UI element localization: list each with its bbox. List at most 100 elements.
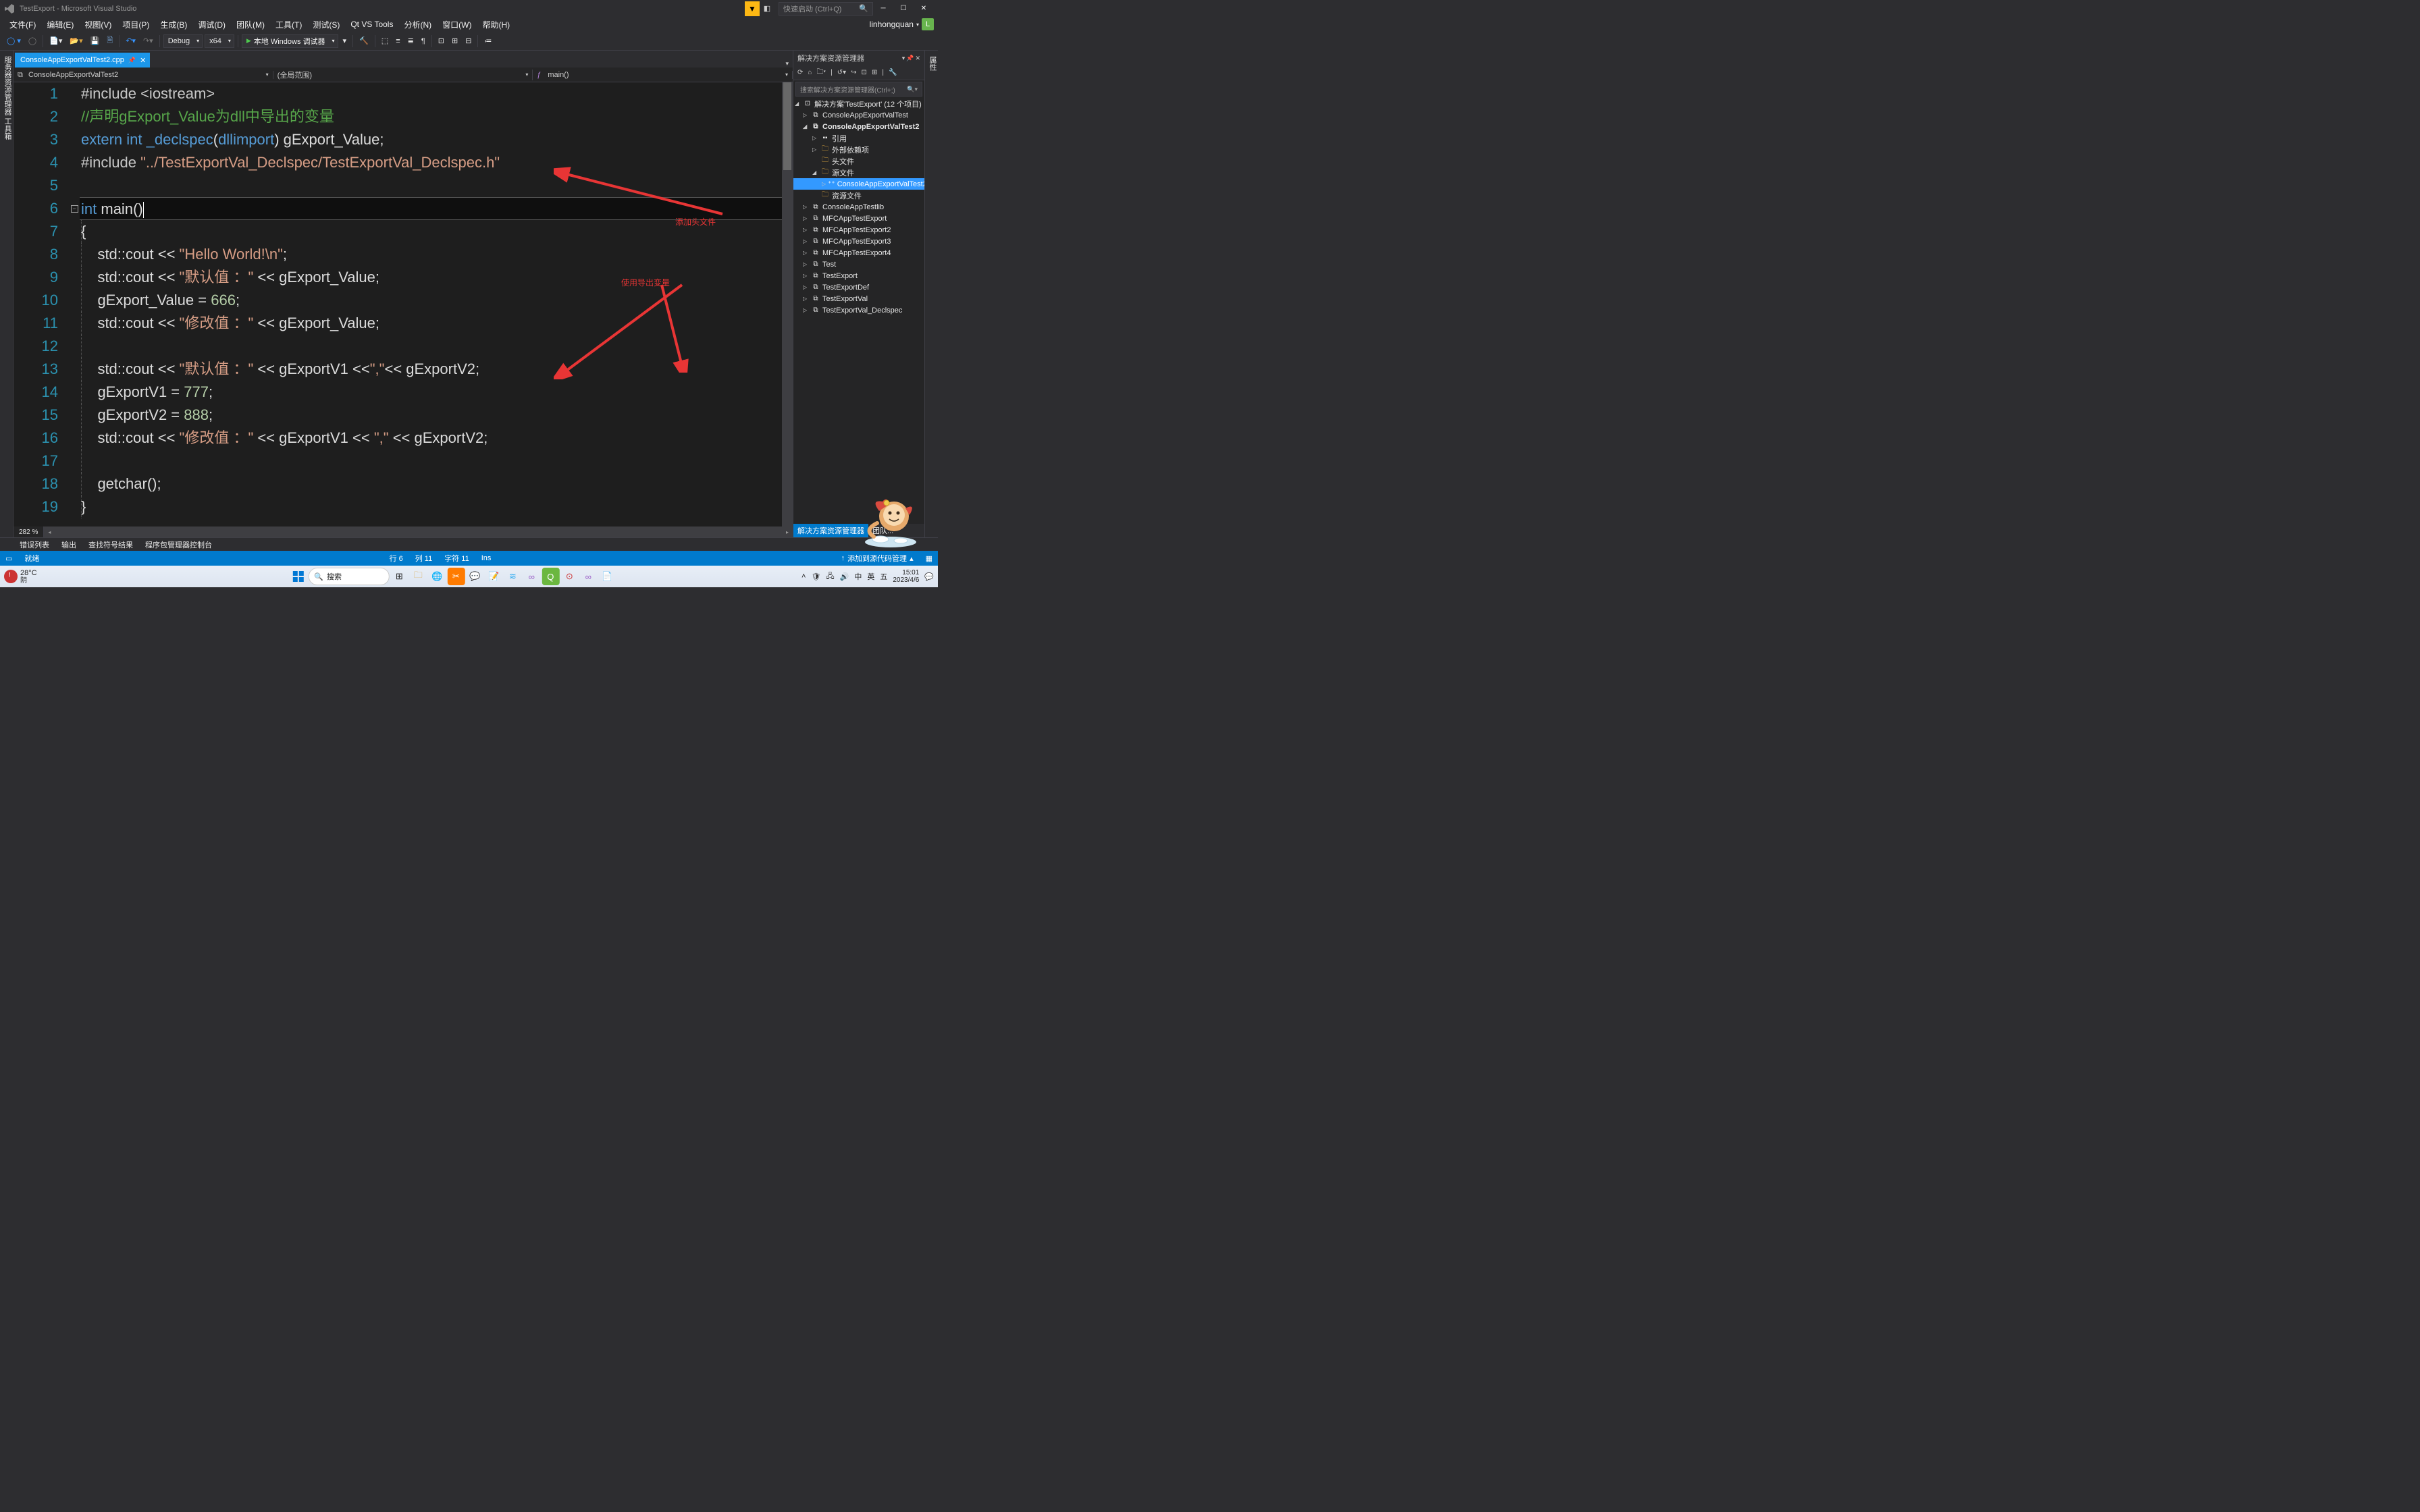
menu-file[interactable]: 文件(F) (4, 18, 41, 32)
tab-find-symbol[interactable]: 查找符号结果 (82, 538, 139, 551)
menu-test[interactable]: 测试(S) (307, 18, 345, 32)
vertical-scrollbar[interactable]: ▭ (782, 82, 793, 526)
save-button[interactable]: 💾 (88, 34, 103, 49)
maximize-button[interactable]: ☐ (893, 0, 914, 17)
feedback-icon[interactable]: ◧ (760, 1, 774, 16)
app-assist[interactable]: ⊙ (560, 568, 578, 585)
task-view-icon[interactable]: ⊞ (390, 568, 408, 585)
config-combo[interactable]: Debug (163, 34, 203, 48)
tb-icon-4[interactable]: ≣ (405, 34, 417, 49)
right-tool-strip[interactable]: 属性 (924, 51, 938, 537)
tb-icon-2[interactable]: ⬚ (379, 34, 391, 49)
taskbar-weather[interactable]: 28°C 阴 (4, 569, 37, 585)
tb-icon-7[interactable]: ⊞ (449, 34, 461, 49)
horizontal-scrollbar[interactable]: 282 % ◂ ▸ (14, 526, 793, 537)
tab-close-icon[interactable]: ✕ (140, 56, 146, 65)
app-vs[interactable]: ∞ (523, 568, 540, 585)
active-document-tab[interactable]: ConsoleAppExportValTest2.cpp 📌 ✕ (15, 53, 150, 68)
tray-safe-icon[interactable]: 🛡 (811, 572, 820, 581)
tb-icon-6[interactable]: ⊡ (436, 34, 447, 49)
fold-toggle-icon[interactable]: − (71, 205, 78, 213)
panel-tab-team[interactable]: 团队... (868, 524, 897, 537)
tray-ime-3[interactable]: 五 (880, 571, 887, 582)
app-browser[interactable]: 🌐 (428, 568, 446, 585)
tray-notification-icon[interactable]: 💬 (924, 572, 934, 581)
sol-tb-icon[interactable]: ↺▾ (836, 69, 847, 76)
scroll-right-icon[interactable]: ▸ (782, 526, 793, 537)
nav-fwd-button[interactable]: ◯ (26, 34, 39, 49)
tray-ime-1[interactable]: 中 (854, 571, 862, 582)
nav-project-combo[interactable]: ⧉ ConsoleAppExportValTest2 (14, 71, 273, 79)
menu-qt[interactable]: Qt VS Tools (345, 18, 398, 30)
tray-clock[interactable]: 15:01 2023/4/6 (893, 569, 919, 584)
sol-tb-icon[interactable]: ↪ (849, 69, 858, 76)
tray-sound-icon[interactable]: 🔊 (840, 572, 849, 581)
user-name[interactable]: linhongquan (870, 20, 914, 29)
notification-flag-icon[interactable]: ▼ (745, 1, 760, 16)
doc-tab-menu[interactable]: ▾ (781, 60, 793, 68)
tb-icon-5[interactable]: ¶ (419, 34, 428, 49)
open-button[interactable]: 📂▾ (67, 34, 85, 49)
panel-tab-solution[interactable]: 解决方案资源管理器 (793, 524, 868, 537)
start-debug-button[interactable]: 本地 Windows 调试器 (242, 34, 338, 48)
pin-icon[interactable]: 📌 (128, 57, 136, 64)
app-explorer[interactable]: 🗀 (409, 568, 427, 585)
solution-search-input[interactable]: 搜索解决方案资源管理器(Ctrl+;) 🔍▾ (795, 82, 922, 97)
tray-network-icon[interactable]: 🖧 (826, 570, 834, 583)
debug-target-dropdown[interactable]: ▾ (340, 34, 350, 49)
menu-analyze[interactable]: 分析(N) (398, 18, 437, 32)
redo-button[interactable]: ↷▾ (140, 34, 156, 49)
menu-edit[interactable]: 编辑(E) (41, 18, 79, 32)
system-tray[interactable]: ˄ 🛡 🖧 🔊 中 英 五 15:01 2023/4/6 💬 (801, 569, 934, 584)
user-avatar[interactable]: L (922, 18, 934, 30)
app-notes[interactable]: 📝 (485, 568, 502, 585)
minimize-button[interactable]: ─ (873, 0, 893, 17)
sol-tb-icon[interactable]: ⌂ (806, 69, 813, 76)
close-button[interactable]: ✕ (914, 0, 934, 17)
undo-button[interactable]: ↶▾ (123, 34, 138, 49)
zoom-level[interactable]: 282 % (14, 526, 44, 537)
user-dropdown-icon[interactable]: ▾ (916, 22, 919, 28)
taskbar-search[interactable]: 🔍 搜索 (308, 568, 389, 585)
sol-tb-icon[interactable]: 🔧 (887, 69, 898, 76)
save-all-button[interactable]: 🗎 (104, 34, 115, 49)
tb-icon-3[interactable]: ≡ (393, 34, 402, 49)
tray-ime-2[interactable]: 英 (867, 571, 874, 582)
menu-window[interactable]: 窗口(W) (437, 18, 477, 32)
tray-chevron-icon[interactable]: ˄ (801, 572, 806, 580)
code-text[interactable]: #include <iostream> //声明gExport_Value为dl… (81, 82, 793, 526)
tb-icon-8[interactable]: ⊟ (463, 34, 474, 49)
app-screenshot[interactable]: ✂ (447, 568, 465, 585)
menu-build[interactable]: 生成(B) (155, 18, 192, 32)
menu-team[interactable]: 团队(M) (231, 18, 270, 32)
search-dropdown-icon[interactable]: 🔍▾ (907, 86, 918, 93)
fold-column[interactable]: − (68, 82, 81, 526)
panel-dropdown-icon[interactable]: ▾ (902, 55, 905, 62)
code-editor[interactable]: 12345678910111213141516171819 − #include… (14, 82, 793, 526)
scroll-left-icon[interactable]: ◂ (44, 526, 55, 537)
platform-combo[interactable]: x64 (205, 34, 234, 48)
menu-debug[interactable]: 调试(D) (192, 18, 231, 32)
sol-tb-icon[interactable]: ⊞ (870, 69, 878, 76)
quick-launch-input[interactable]: 快速启动 (Ctrl+Q) 🔍 (779, 2, 873, 16)
sol-tb-home-icon[interactable]: ⟳ (796, 69, 804, 76)
nav-function-combo[interactable]: ƒ main() (533, 71, 793, 79)
app-chat[interactable]: 💬 (466, 568, 483, 585)
sol-tb-icon[interactable]: ⊡ (860, 69, 868, 76)
app-notepad[interactable]: 📄 (598, 568, 616, 585)
left-tool-strip[interactable]: 服务器资源管理器 工具箱 (0, 51, 14, 537)
app-vscode[interactable]: ≋ (504, 568, 521, 585)
nav-back-button[interactable]: ◯ ▾ (4, 34, 24, 49)
new-project-button[interactable]: 📄▾ (47, 34, 65, 49)
menu-project[interactable]: 项目(P) (117, 18, 155, 32)
panel-close-icon[interactable]: ✕ (915, 55, 920, 62)
tb-icon-1[interactable]: 🔨 (357, 34, 371, 49)
tab-output[interactable]: 输出 (55, 538, 82, 551)
tb-icon-9[interactable]: ≔ (481, 34, 494, 49)
scroll-thumb[interactable] (783, 82, 791, 170)
panel-pin-icon[interactable]: 📌 (906, 55, 914, 62)
nav-scope-combo[interactable]: (全局范围) (273, 70, 533, 80)
tab-error-list[interactable]: 错误列表 (14, 538, 55, 551)
app-vs2[interactable]: ∞ (579, 568, 597, 585)
app-green[interactable]: Q (542, 568, 559, 585)
